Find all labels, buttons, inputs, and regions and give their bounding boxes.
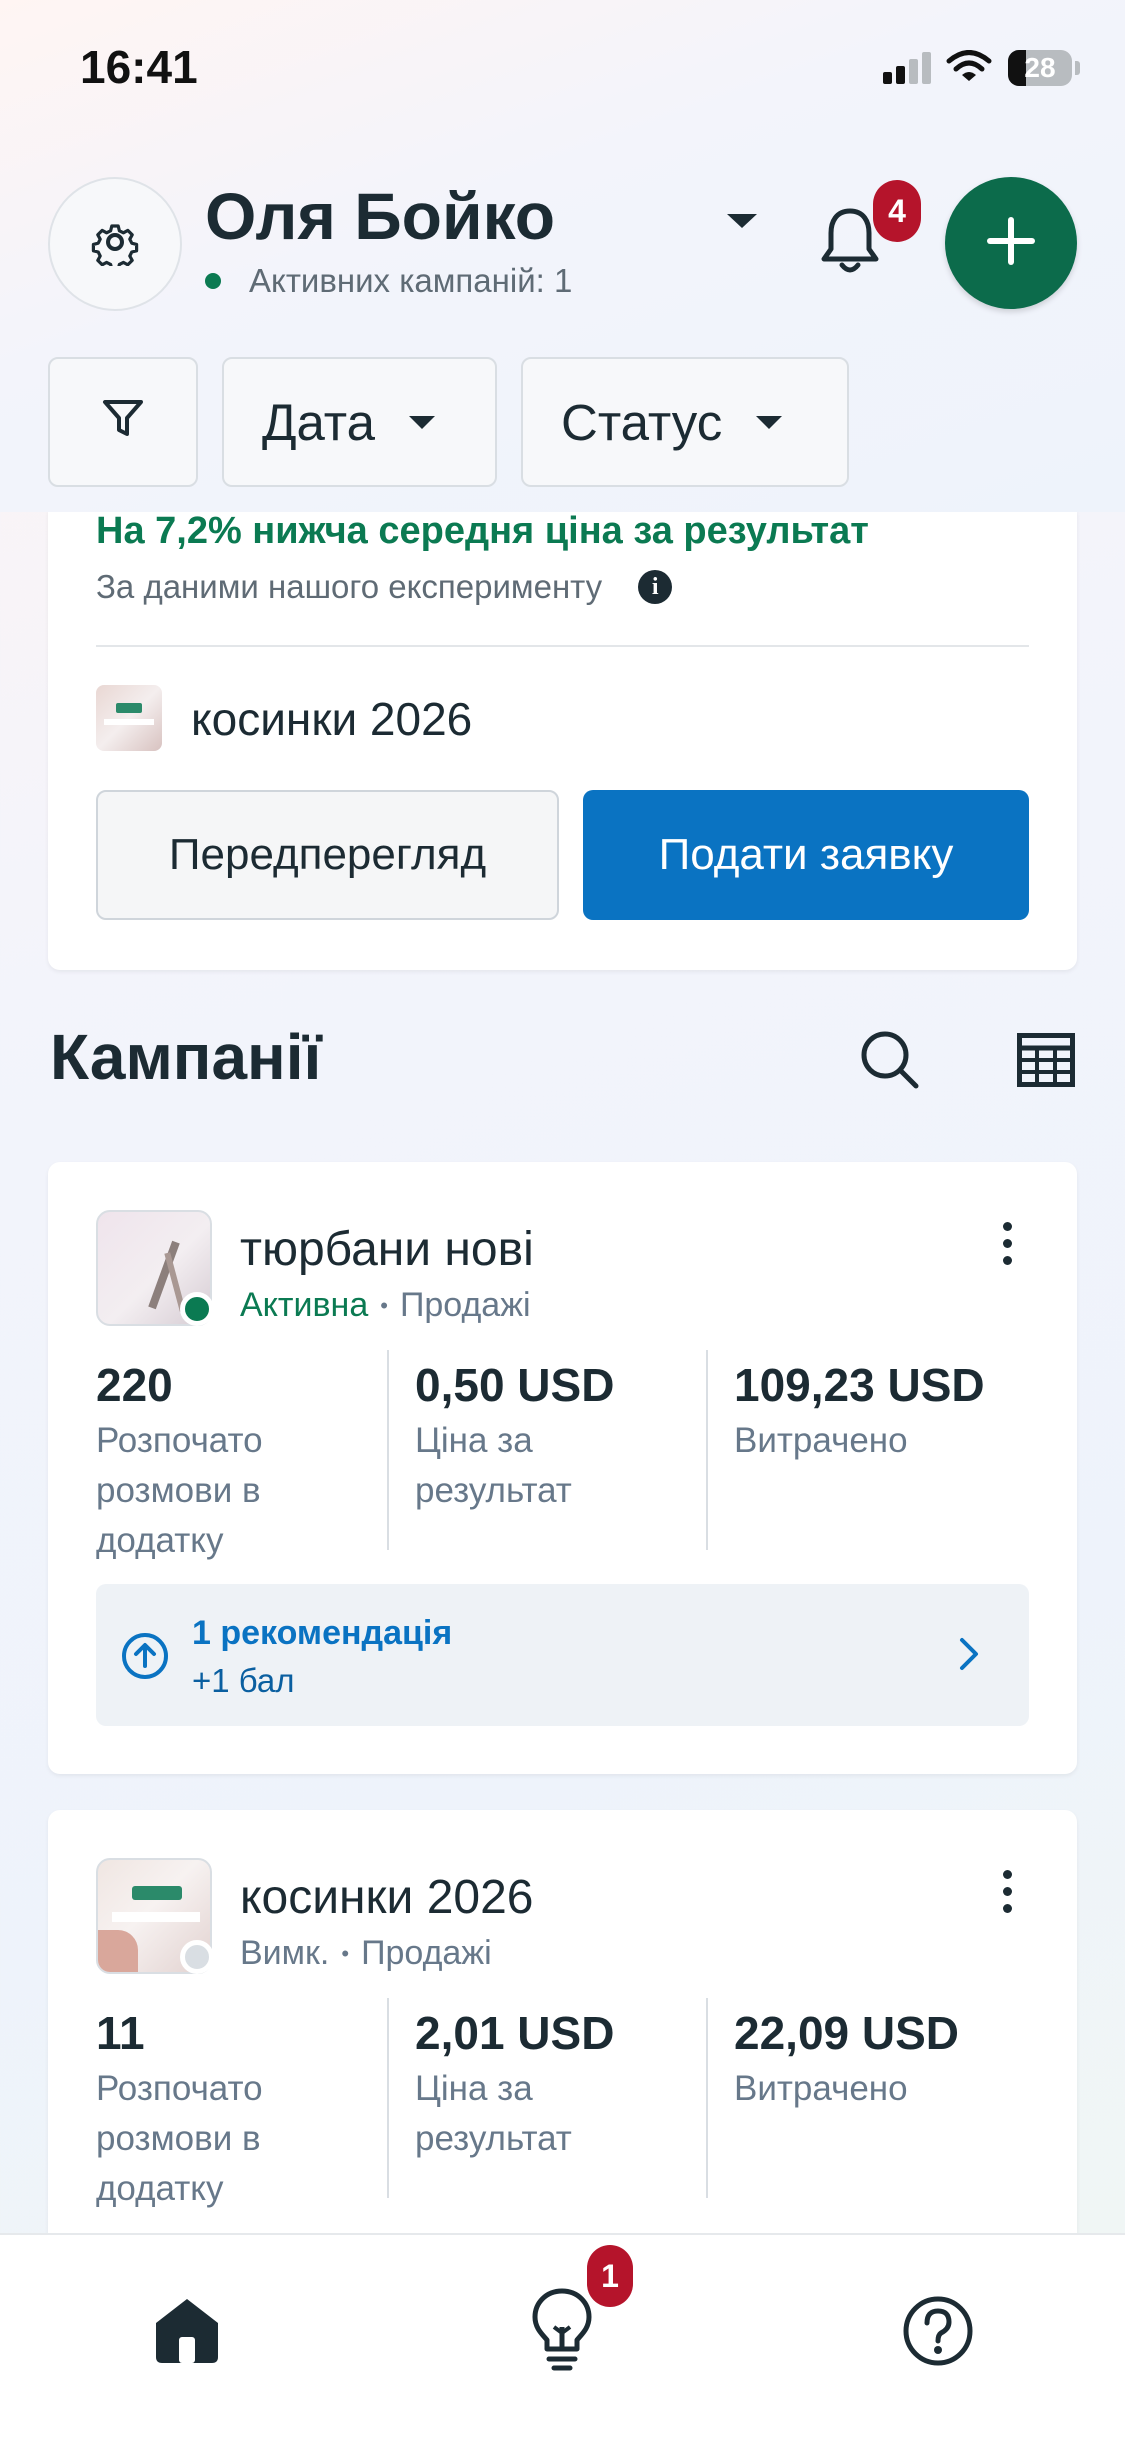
settings-button[interactable] xyxy=(48,177,182,311)
recommendation-title: 1 рекомендація xyxy=(192,1614,453,1652)
help-question-icon xyxy=(902,2296,974,2371)
metric-divider xyxy=(387,1998,389,2198)
campaign-name: косинки 2026 xyxy=(240,1871,534,1924)
date-filter-dropdown[interactable]: Дата xyxy=(222,357,497,487)
campaign-status-line: Вимк. • Продажі xyxy=(240,1934,492,1973)
campaign-objective: Продажі xyxy=(361,1934,492,1972)
status-filter-dropdown[interactable]: Статус xyxy=(521,357,849,487)
separator-dot: • xyxy=(380,1292,388,1318)
wifi-icon xyxy=(946,50,992,89)
metric-value: 2,01 USD xyxy=(415,2007,615,2059)
promo-campaign-thumbnail xyxy=(96,685,162,751)
status-indicator xyxy=(180,1940,214,1974)
promo-card: На 7,2% нижча середня ціна за результат … xyxy=(48,510,1077,970)
campaign-name: тюрбани нові xyxy=(240,1223,534,1276)
metric-label: Розпочато розмови в додатку xyxy=(96,1421,263,1560)
bottom-navigation: 1 xyxy=(0,2233,1125,2438)
lightbulb-icon xyxy=(527,2288,597,2377)
notifications-badge: 4 xyxy=(873,180,921,242)
chevron-right-icon xyxy=(954,1634,984,1679)
campaign-card[interactable]: тюрбани нові Активна • Продажі 220 Розпо… xyxy=(48,1162,1077,1774)
metric-value: 220 xyxy=(96,1359,173,1411)
home-icon xyxy=(152,2299,222,2369)
campaign-objective: Продажі xyxy=(399,1286,531,1324)
plus-icon xyxy=(986,216,1036,271)
metric-label: Ціна за результат xyxy=(415,2069,572,2158)
table-view-icon[interactable] xyxy=(1017,1033,1075,1092)
campaign-card[interactable]: косинки 2026 Вимк. • Продажі 11 Розпочат… xyxy=(48,1810,1077,2270)
help-tab[interactable] xyxy=(902,2295,974,2372)
metric-label: Розпочато розмови в додатку xyxy=(96,2069,263,2208)
campaign-status-line: Активна • Продажі xyxy=(240,1286,531,1325)
metric-divider xyxy=(387,1350,389,1550)
filter-funnel-icon xyxy=(101,393,145,452)
metric-value: 109,23 USD xyxy=(734,1359,985,1411)
active-campaigns-status: Активних кампаній: 1 xyxy=(205,262,572,300)
create-campaign-button[interactable] xyxy=(945,177,1077,309)
date-filter-label: Дата xyxy=(262,393,375,451)
metric-divider xyxy=(706,1998,708,2198)
filter-button[interactable] xyxy=(48,357,198,487)
promo-divider xyxy=(96,645,1029,647)
active-campaigns-text: Активних кампаній: 1 xyxy=(249,262,573,299)
submit-button[interactable]: Подати заявку xyxy=(583,790,1029,920)
recommendation-subtitle: +1 бал xyxy=(192,1662,295,1699)
promo-headline: На 7,2% нижча середня ціна за результат xyxy=(96,510,869,552)
metric-value: 22,09 USD xyxy=(734,2007,960,2059)
metric-label: Ціна за результат xyxy=(415,1421,572,1510)
status-filter-label: Статус xyxy=(561,393,723,451)
metric-spent: 22,09 USD Витрачено xyxy=(734,2006,1004,2114)
battery-icon: 28 xyxy=(1008,50,1072,86)
metric-spent: 109,23 USD Витрачено xyxy=(734,1358,1004,1466)
ideas-tab[interactable] xyxy=(527,2283,597,2378)
preview-button[interactable]: Передперегляд xyxy=(96,790,559,920)
metric-value: 11 xyxy=(96,2007,145,2059)
more-options-icon[interactable] xyxy=(1003,1870,1013,1921)
search-icon[interactable] xyxy=(860,1030,920,1095)
metric-results: 11 Розпочато розмови в додатку xyxy=(96,2006,306,2214)
chevron-down-icon xyxy=(408,415,435,429)
header: 16:41 28 Оля Бойко Активних кампаній: 1 xyxy=(0,0,1125,512)
cellular-signal-icon xyxy=(883,52,931,84)
metric-results: 220 Розпочато розмови в додатку xyxy=(96,1358,306,1566)
promo-campaign-name: косинки 2026 xyxy=(191,693,473,745)
active-status-dot xyxy=(205,273,221,289)
battery-cap xyxy=(1075,61,1080,75)
account-dropdown-caret-icon[interactable] xyxy=(727,214,757,233)
battery-level: 28 xyxy=(1024,52,1056,83)
metric-value: 0,50 USD xyxy=(415,1359,615,1411)
status-time: 16:41 xyxy=(80,41,198,93)
info-icon[interactable]: i xyxy=(638,570,673,604)
ideas-badge: 1 xyxy=(587,2245,633,2307)
status-indicator xyxy=(180,1292,214,1326)
campaign-status: Активна xyxy=(240,1286,369,1324)
separator-dot: • xyxy=(341,1940,350,1966)
metric-label: Витрачено xyxy=(734,1421,908,1460)
more-options-icon[interactable] xyxy=(1003,1222,1013,1273)
metric-cost: 0,50 USD Ціна за результат xyxy=(415,1358,615,1516)
metric-label: Витрачено xyxy=(734,2069,908,2108)
gear-icon xyxy=(91,218,139,271)
home-tab[interactable] xyxy=(152,2295,222,2370)
chevron-down-icon xyxy=(756,415,783,429)
promo-subtext-row: За даними нашого експерименту i xyxy=(96,568,673,606)
metric-cost: 2,01 USD Ціна за результат xyxy=(415,2006,615,2164)
bell-icon xyxy=(818,208,882,281)
account-name[interactable]: Оля Бойко xyxy=(205,178,555,254)
campaign-status: Вимк. xyxy=(240,1934,330,1972)
recommendation-row[interactable]: 1 рекомендація +1 бал xyxy=(96,1584,1029,1726)
arrow-up-circle-icon xyxy=(120,1631,170,1686)
promo-subtext: За даними нашого експерименту xyxy=(96,568,603,605)
campaigns-section-title: Кампанії xyxy=(50,1021,322,1093)
metric-divider xyxy=(706,1350,708,1550)
